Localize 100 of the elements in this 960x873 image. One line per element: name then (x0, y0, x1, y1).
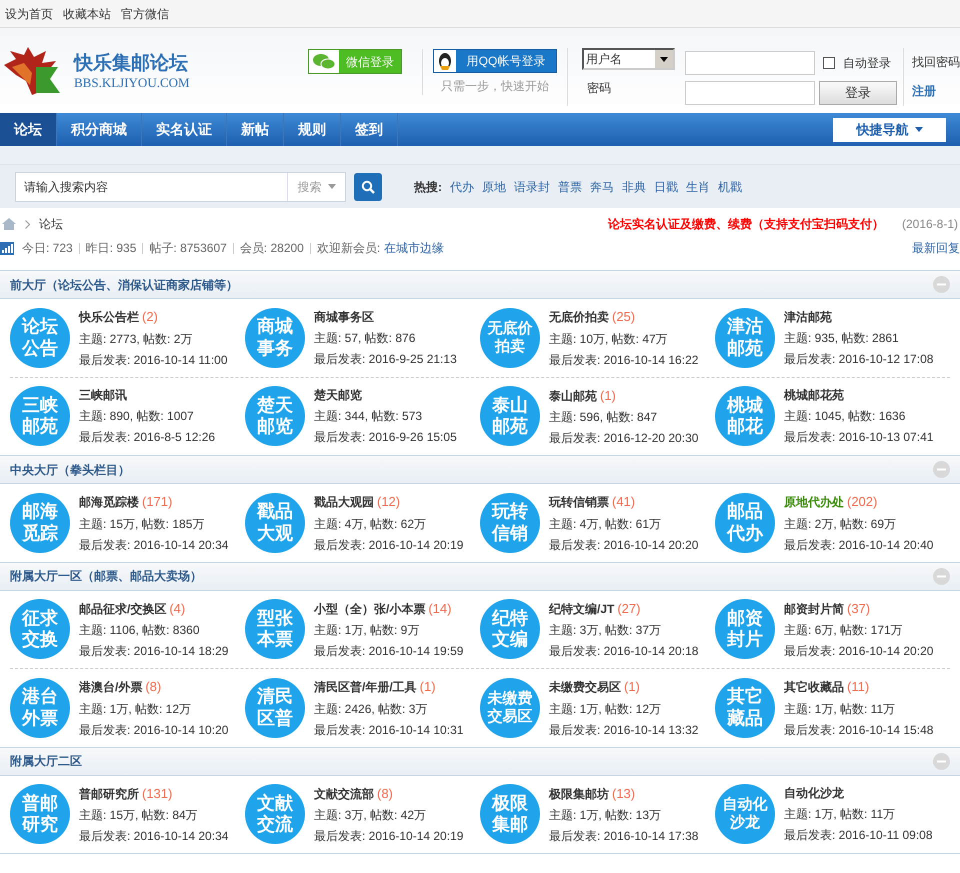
forum-badge[interactable]: 无底价 拍卖 (480, 308, 540, 368)
collapse-icon[interactable] (933, 276, 950, 293)
hot-search-link[interactable]: 原地 (482, 178, 506, 196)
auto-login-checkbox[interactable] (823, 57, 835, 69)
hot-search-link[interactable]: 非典 (622, 178, 646, 196)
forum-name[interactable]: 泰山邮苑 (549, 386, 597, 404)
section-title: 前大厅（论坛公告、消保认证商家店铺等） (10, 276, 238, 294)
forum-badge[interactable]: 津沽 邮苑 (715, 308, 775, 368)
forum-badge[interactable]: 楚天 邮览 (245, 386, 305, 446)
hot-search-link[interactable]: 奔马 (590, 178, 614, 196)
collapse-icon[interactable] (933, 461, 950, 478)
last-post-time: 最后发表: 2016-12-20 20:30 (549, 430, 698, 447)
forum-name[interactable]: 其它收藏品 (784, 678, 844, 696)
forum-name[interactable]: 邮资封片简 (784, 600, 844, 618)
notice-date: (2016-8-1) (902, 216, 958, 233)
search-type-select[interactable]: 搜索 (287, 172, 345, 200)
forum-badge[interactable]: 纪特 文编 (480, 599, 540, 660)
top-link[interactable]: 设为首页 (5, 4, 53, 22)
forum-stats: 主题: 1106, 帖数: 8360 (79, 622, 201, 639)
forum-badge[interactable]: 论坛 公告 (10, 308, 70, 368)
account-type-select[interactable]: 用户名 (582, 48, 675, 70)
forum-name[interactable]: 邮品征求/交换区 (79, 600, 166, 618)
penguin-icon (434, 50, 456, 72)
forum-name[interactable]: 玩转信销票 (549, 493, 609, 511)
register-link[interactable]: 注册 (912, 82, 960, 100)
nav-tab[interactable]: 论坛 (0, 113, 57, 146)
hot-search-link[interactable]: 机戳 (718, 178, 742, 196)
forum-badge[interactable]: 型张 本票 (245, 599, 305, 660)
forum-badge[interactable]: 三峡 邮苑 (10, 386, 70, 446)
collapse-icon[interactable] (933, 752, 950, 770)
forum-stats: 主题: 2773, 帖数: 2万 (79, 330, 194, 348)
forum-name[interactable]: 快乐公告栏 (79, 308, 139, 326)
forum-badge[interactable]: 清民 区普 (245, 678, 305, 738)
forum-badge[interactable]: 港台 外票 (10, 678, 70, 738)
collapse-icon[interactable] (933, 568, 950, 584)
forum-name[interactable]: 清民区普/年册/工具 (314, 678, 417, 696)
forum-badge[interactable]: 戳品 大观 (245, 492, 305, 553)
forum-name[interactable]: 桃城邮花苑 (784, 386, 844, 404)
forum-badge[interactable]: 极限 集邮 (480, 784, 540, 844)
forum-badge[interactable]: 自动化 沙龙 (715, 784, 775, 844)
hot-search-link[interactable]: 语录封 (514, 178, 550, 196)
forum-name[interactable]: 文献交流部 (314, 784, 374, 802)
forum-stats: 主题: 1045, 帖数: 1636 (784, 408, 906, 426)
forum-badge[interactable]: 邮资 封片 (715, 599, 775, 660)
breadcrumb-link[interactable]: 论坛 (39, 215, 63, 233)
search-field[interactable]: 请输入搜索内容 搜索 (15, 172, 346, 202)
forum-name[interactable]: 戳品大观园 (314, 493, 374, 511)
new-post-count: (131) (142, 784, 172, 803)
latest-replies-link[interactable]: 最新回复 (912, 239, 960, 257)
forum-badge[interactable]: 其它 藏品 (715, 678, 775, 738)
hot-search-link[interactable]: 代办 (450, 178, 474, 196)
last-post-time: 最后发表: 2016-10-14 20:34 (79, 828, 228, 845)
forgot-password-link[interactable]: 找回密码 (912, 53, 960, 71)
forum-name[interactable]: 自动化沙龙 (784, 784, 844, 802)
forum-name[interactable]: 津沽邮苑 (784, 308, 832, 326)
forum-name[interactable]: 极限集邮坊 (549, 784, 609, 802)
forum-name[interactable]: 三峡邮讯 (79, 386, 127, 404)
forum-badge[interactable]: 桃城 邮花 (715, 386, 775, 446)
forum-name[interactable]: 普邮研究所 (79, 784, 139, 802)
new-post-count: (1) (624, 678, 640, 696)
forum-name[interactable]: 纪特文编/JT (549, 600, 614, 618)
forum-badge[interactable]: 邮海 觅踪 (10, 492, 70, 553)
forum-name[interactable]: 无底价拍卖 (549, 308, 609, 326)
forum-badge[interactable]: 邮品 代办 (715, 492, 775, 553)
search-input[interactable]: 请输入搜索内容 (16, 178, 287, 196)
forum-badge[interactable]: 泰山 邮苑 (480, 386, 540, 446)
forum-name[interactable]: 小型（全）张/小本票 (314, 600, 426, 618)
top-link[interactable]: 收藏本站 (63, 4, 111, 22)
forum-name[interactable]: 楚天邮览 (314, 386, 362, 404)
last-post-time: 最后发表: 2016-10-14 20:34 (79, 536, 228, 554)
hot-search-link[interactable]: 日戳 (654, 178, 678, 196)
search-button[interactable] (354, 172, 382, 200)
forum-name[interactable]: 原地代办处 (784, 493, 844, 511)
qq-login-button[interactable]: 用QQ帐号登录 (433, 49, 557, 73)
hot-search-link[interactable]: 生肖 (686, 178, 710, 196)
forum-badge[interactable]: 玩转 信销 (480, 492, 540, 553)
section-title: 附属大厅二区 (10, 753, 82, 770)
auto-login-label: 自动登录 (843, 55, 891, 72)
logo-title: 快乐集邮论坛 (74, 54, 189, 72)
forum-badge[interactable]: 文献 交流 (245, 784, 305, 844)
forum-name[interactable]: 商城事务区 (314, 308, 374, 326)
forum-badge[interactable]: 普邮 研究 (10, 784, 70, 844)
login-button[interactable]: 登录 (819, 81, 897, 105)
hot-search-label: 热搜: (414, 178, 442, 196)
forum-badge[interactable]: 征求 交换 (10, 599, 70, 660)
username-input[interactable] (685, 51, 815, 75)
new-post-count: (13) (612, 784, 636, 803)
quick-nav-button[interactable]: 快捷导航 (833, 118, 946, 142)
top-link[interactable]: 官方微信 (121, 4, 169, 22)
forum-badge[interactable]: 未缴费 交易区 (480, 678, 540, 738)
new-member-link[interactable]: 在城市边缘 (384, 239, 444, 257)
forum-badge[interactable]: 商城 事务 (245, 308, 305, 368)
forum-name[interactable]: 港澳台/外票 (79, 678, 142, 696)
forum-name[interactable]: 邮海觅踪楼 (79, 493, 139, 511)
hot-search-link[interactable]: 普票 (558, 178, 582, 196)
caret-icon (914, 127, 922, 132)
notice-link[interactable]: 论坛实名认证及缴费、续费（支持支付宝扫码支付） (608, 215, 884, 233)
forum-name[interactable]: 未缴费交易区 (549, 678, 621, 696)
password-input[interactable] (685, 81, 815, 105)
forum-stats: 主题: 890, 帖数: 1007 (79, 408, 195, 426)
